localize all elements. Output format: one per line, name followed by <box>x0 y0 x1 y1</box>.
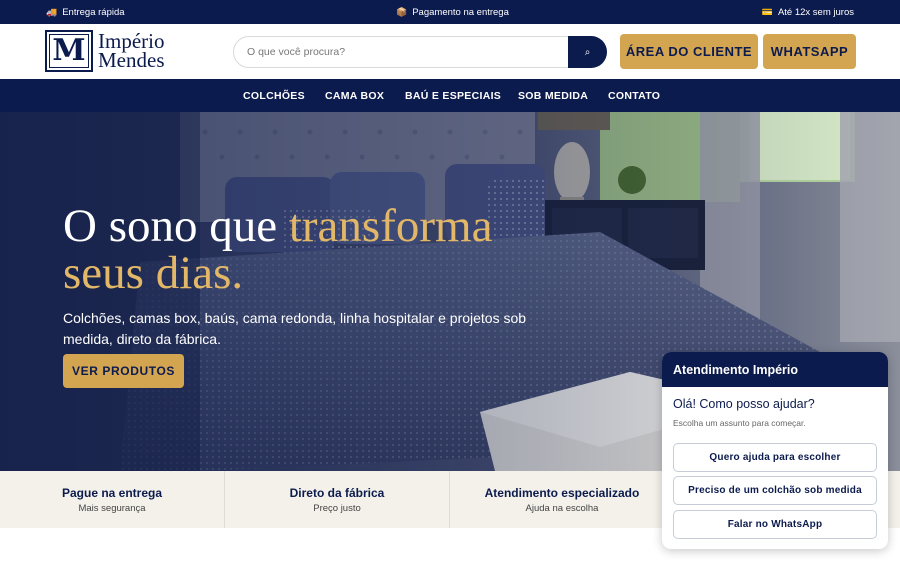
benefit-subtitle: Mais segurança <box>78 502 146 514</box>
chat-header: Atendimento Império <box>662 352 888 387</box>
search-input[interactable] <box>247 37 567 67</box>
benefit-title: Direto da fábrica <box>289 485 385 500</box>
view-products-button[interactable]: VER PRODUTOS <box>63 354 184 388</box>
nav-item-bau-especiais[interactable]: BAÚ E ESPECIAIS <box>405 79 501 112</box>
hero-subtitle: Colchões, camas box, baús, cama redonda,… <box>63 310 527 347</box>
hero-title-highlight: transforma <box>288 200 493 252</box>
client-area-button[interactable]: ÁREA DO CLIENTE <box>620 34 758 69</box>
topbar-item-installments: 💳 Até 12x sem juros <box>762 0 854 24</box>
truck-icon: 🚚 <box>46 6 58 17</box>
topbar-item-label: Até 12x sem juros <box>777 6 854 18</box>
search-bar: ⌕ <box>233 36 607 68</box>
main-nav: COLCHÕES CAMA BOX BAÚ E ESPECIAIS SOB ME… <box>0 79 900 112</box>
nav-item-cama-box[interactable]: CAMA BOX <box>325 79 384 112</box>
chat-hint: Escolha um assunto para começar. <box>673 418 806 428</box>
chat-option-whatsapp[interactable]: Falar no WhatsApp <box>673 510 877 539</box>
brand-logo[interactable]: M Império Mendes <box>45 30 165 72</box>
chat-option-custom-mattress[interactable]: Preciso de um colchão sob medida <box>673 476 877 505</box>
topbar-item-label: Entrega rápida <box>62 6 125 18</box>
benefit-subtitle: Preço justo <box>313 502 361 514</box>
chat-greeting: Olá! Como posso ajudar? <box>673 397 815 411</box>
nav-item-colchoes[interactable]: COLCHÕES <box>243 79 305 112</box>
hero-title-line2: seus dias. <box>63 247 244 299</box>
card-icon: 💳 <box>761 6 773 17</box>
site-header: M Império Mendes ⌕ ÁREA DO CLIENTE WHATS… <box>0 24 900 79</box>
hero-title-part1: O sono que <box>63 200 278 252</box>
search-icon: ⌕ <box>584 46 591 58</box>
logo-monogram: M <box>45 30 93 72</box>
hero-title: O sono que transforma seus dias. <box>63 203 492 297</box>
search-button[interactable]: ⌕ <box>568 36 607 68</box>
benefit-title: Pague na entrega <box>61 485 163 500</box>
benefit-item-factory: Direto da fábrica Preço justo <box>225 471 450 528</box>
topbar-item-label: Pagamento na entrega <box>412 6 509 18</box>
topbar-item-payment: 📦 Pagamento na entrega <box>396 0 509 24</box>
chat-widget: Atendimento Império Olá! Como posso ajud… <box>662 352 888 549</box>
chat-option-help-choose[interactable]: Quero ajuda para escolher <box>673 443 877 472</box>
nav-item-sob-medida[interactable]: SOB MEDIDA <box>518 79 588 112</box>
top-announcement-bar: 🚚 Entrega rápida 📦 Pagamento na entrega … <box>0 0 900 24</box>
nav-item-contato[interactable]: CONTATO <box>608 79 660 112</box>
benefit-subtitle: Ajuda na escolha <box>525 502 599 514</box>
benefit-item-payment: Pague na entrega Mais segurança <box>0 471 225 528</box>
benefit-item-support: Atendimento especializado Ajuda na escol… <box>450 471 675 528</box>
topbar-item-delivery: 🚚 Entrega rápida <box>46 0 125 24</box>
logo-wordmark: Império Mendes <box>98 31 165 72</box>
package-icon: 📦 <box>396 6 408 17</box>
logo-line-2: Mendes <box>98 48 165 72</box>
whatsapp-button[interactable]: WHATSAPP <box>763 34 856 69</box>
benefit-title: Atendimento especializado <box>484 485 640 500</box>
